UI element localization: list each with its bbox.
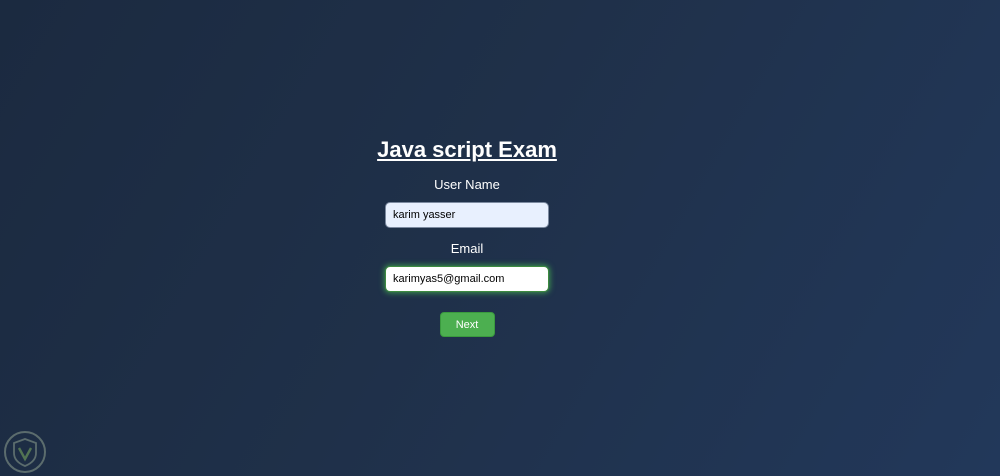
next-button[interactable]: Next xyxy=(439,312,495,337)
email-label: Email xyxy=(450,241,484,256)
page-title: Java script Exam xyxy=(377,137,557,162)
username-label: User Name xyxy=(434,177,500,192)
username-input[interactable] xyxy=(385,202,549,228)
email-input[interactable] xyxy=(385,266,549,292)
exam-form: Java script Exam User Name Email Next xyxy=(367,136,567,337)
shield-logo-icon xyxy=(3,430,47,474)
